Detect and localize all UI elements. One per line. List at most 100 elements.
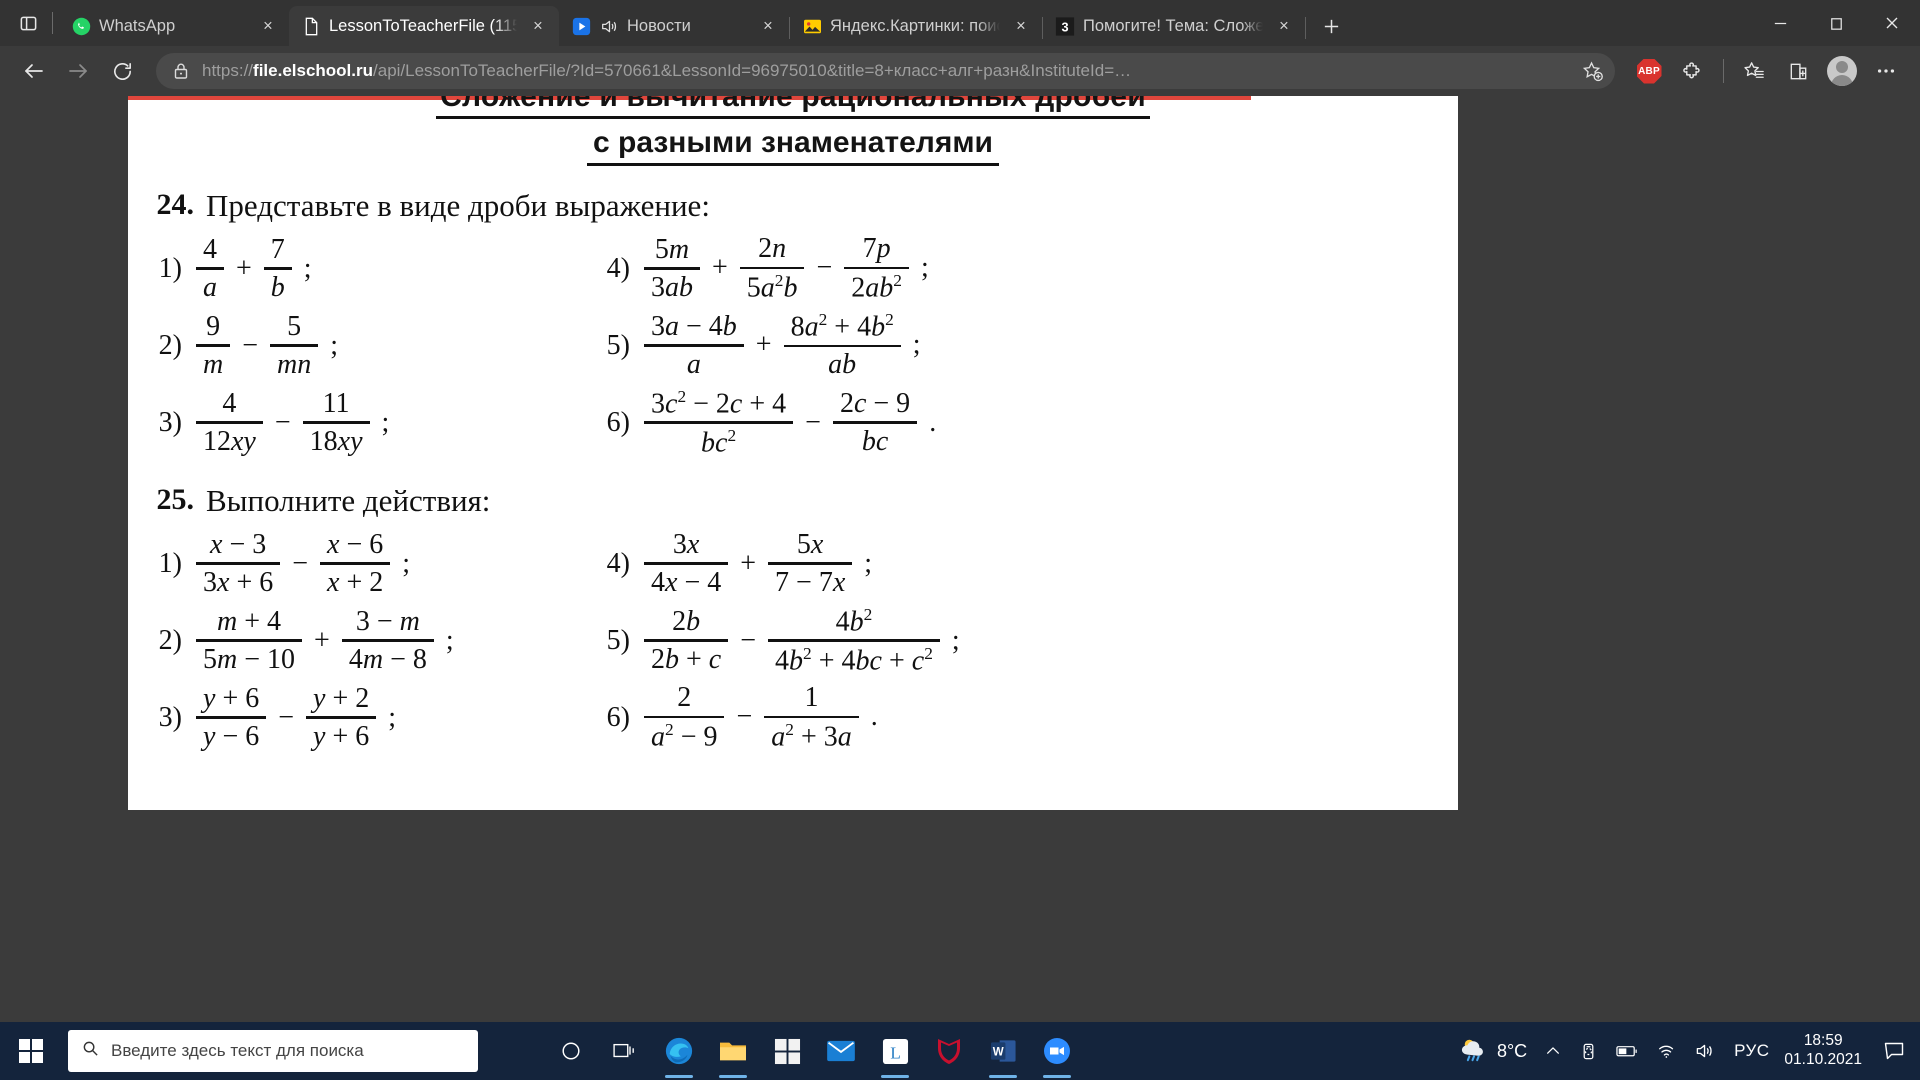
close-tab-icon[interactable]: × — [1271, 13, 1297, 39]
math-operator: − — [292, 547, 309, 579]
close-tab-icon[interactable]: × — [255, 13, 281, 39]
fraction-numerator: 2n — [758, 233, 787, 265]
close-tab-icon[interactable]: × — [1008, 13, 1034, 39]
math-operator: − — [736, 701, 753, 733]
mcafee-icon[interactable] — [922, 1022, 976, 1080]
browser-tab-yandex-images[interactable]: Яндекс.Картинки: поиск п × — [790, 6, 1042, 46]
forward-button[interactable] — [58, 51, 98, 91]
task-view-icon[interactable] — [598, 1022, 652, 1080]
exercise-item: 5) 3a − 4b a +8a2 + 4b2 ab; — [576, 307, 1046, 384]
cortana-circle-icon[interactable] — [544, 1022, 598, 1080]
browser-tab-pomogite[interactable]: 3 Помогите! Тема: Сложен × — [1043, 6, 1305, 46]
math-operator: ; — [388, 701, 397, 733]
speaker-playing-icon[interactable] — [599, 16, 619, 36]
fraction-denominator: ab — [828, 349, 857, 381]
math-operator: ; — [381, 406, 390, 438]
browser-tab-lessontoteacherfile[interactable]: LessonToTeacherFile (1152 × — [289, 6, 559, 46]
zoom-icon[interactable] — [1030, 1022, 1084, 1080]
math-operator: + — [236, 252, 252, 284]
wifi-icon[interactable] — [1648, 1022, 1686, 1080]
exercise-item-label: 4) — [606, 252, 630, 284]
close-tab-icon[interactable]: × — [755, 13, 781, 39]
add-to-collections-button[interactable] — [1778, 51, 1818, 91]
exercise-item-label: 6) — [606, 701, 630, 733]
fraction: 2 a2 − 9 — [644, 683, 725, 752]
onedrive-icon[interactable] — [1570, 1022, 1607, 1080]
fraction-denominator: bc2 — [701, 425, 737, 459]
fraction-numerator: m + 4 — [217, 605, 282, 637]
battery-icon[interactable] — [1607, 1022, 1648, 1080]
fraction-bar — [764, 715, 859, 719]
fraction: y + 6 y − 6 — [196, 683, 267, 751]
browser-tab-whatsapp[interactable]: WhatsApp × — [59, 6, 289, 46]
browser-tab-label: LessonToTeacherFile (1152 — [329, 16, 517, 35]
fraction-bar — [270, 344, 319, 347]
refresh-button[interactable] — [102, 51, 142, 91]
address-bar[interactable]: https://file.elschool.ru/api/LessonToTea… — [156, 53, 1615, 89]
add-favorite-star-icon[interactable] — [1575, 61, 1609, 82]
fraction-numerator: 5 — [287, 310, 302, 342]
weather-widget[interactable]: 8°C — [1450, 1022, 1536, 1080]
system-tray: 8°C РУС 18:59 01.10.2021 — [1450, 1022, 1920, 1080]
back-button[interactable] — [14, 51, 54, 91]
adblock-plus-button[interactable]: ABP — [1629, 51, 1669, 91]
windows-start-icon[interactable] — [0, 1022, 62, 1080]
fraction-numerator: x − 6 — [327, 528, 384, 560]
close-window-button[interactable] — [1864, 0, 1920, 46]
fraction: x − 3 3x + 6 — [196, 529, 281, 597]
math-operator: ; — [445, 624, 454, 656]
minimize-window-button[interactable] — [1752, 0, 1808, 46]
restore-window-button[interactable] — [1808, 0, 1864, 46]
lock-icon[interactable] — [170, 62, 192, 80]
taskbar-search-box[interactable]: Введите здесь текст для поиска — [68, 1030, 478, 1072]
profile-button[interactable] — [1822, 51, 1862, 91]
volume-icon[interactable] — [1686, 1022, 1725, 1080]
elschool-app-icon[interactable]: L — [868, 1022, 922, 1080]
fraction-denominator: a — [686, 348, 701, 380]
taskbar-clock[interactable]: 18:59 01.10.2021 — [1778, 1032, 1874, 1070]
microsoft-store-icon[interactable] — [760, 1022, 814, 1080]
fraction-numerator: 5m — [654, 233, 690, 265]
extensions-button[interactable] — [1673, 51, 1713, 91]
exercise-item: 2) m + 4 5m − 10 +3 − m 4m − 8; — [128, 602, 558, 679]
fraction: 4b2 4b2 + 4bc + c2 — [768, 605, 940, 677]
exercise-item-label: 5) — [606, 329, 630, 361]
tab-actions-menu-button[interactable] — [8, 4, 48, 42]
fraction-bar — [306, 716, 377, 719]
fraction-numerator: 2c − 9 — [839, 387, 911, 419]
weather-temperature: 8°C — [1496, 1040, 1528, 1061]
close-tab-icon[interactable]: × — [525, 13, 551, 39]
fraction-denominator: 7 − 7x — [775, 566, 846, 598]
windows-taskbar: Введите здесь текст для поиска L W 8°C Р… — [0, 1022, 1920, 1080]
fraction-denominator: 4x − 4 — [651, 566, 722, 598]
browser-tab-novosti[interactable]: Новости × — [559, 6, 789, 46]
mail-icon[interactable] — [814, 1022, 868, 1080]
settings-and-more-button[interactable] — [1866, 51, 1906, 91]
fraction: 7b — [263, 234, 292, 302]
favorites-list-button[interactable] — [1734, 51, 1774, 91]
svg-text:L: L — [890, 1043, 901, 1062]
new-tab-button[interactable] — [1312, 9, 1350, 43]
word-icon[interactable]: W — [976, 1022, 1030, 1080]
edge-browser-icon[interactable] — [652, 1022, 706, 1080]
exercise-item: 6) 3c2 − 2c + 4 bc2 −2c − 9 bc. — [576, 384, 1046, 461]
fraction: x − 6 x + 2 — [320, 528, 391, 598]
fraction-bar — [263, 267, 292, 270]
fraction-bar — [644, 562, 729, 565]
exercise-item: 5) 2b 2b + c − 4b2 4b2 + 4bc + c2; — [576, 602, 1046, 679]
math-operator: ; — [303, 252, 312, 284]
exercise-expression: 4 12xy −11 18xy; — [196, 388, 391, 456]
show-hidden-icons-icon[interactable] — [1536, 1022, 1570, 1080]
url-host: file.elschool.ru — [253, 61, 374, 80]
fraction-numerator: y + 2 — [313, 682, 370, 714]
language-indicator[interactable]: РУС — [1725, 1022, 1778, 1080]
file-explorer-icon[interactable] — [706, 1022, 760, 1080]
fraction-denominator: x + 2 — [327, 566, 384, 598]
exercise-item-label: 2) — [158, 624, 182, 656]
fraction-bar — [844, 266, 909, 270]
fraction-denominator: bc — [861, 425, 889, 457]
fraction-denominator: 4b2 + 4bc + c2 — [775, 643, 933, 677]
fraction: 2n 5a2b — [739, 233, 805, 303]
exercise-number: 25. — [156, 483, 195, 516]
action-center-icon[interactable] — [1874, 1022, 1914, 1080]
